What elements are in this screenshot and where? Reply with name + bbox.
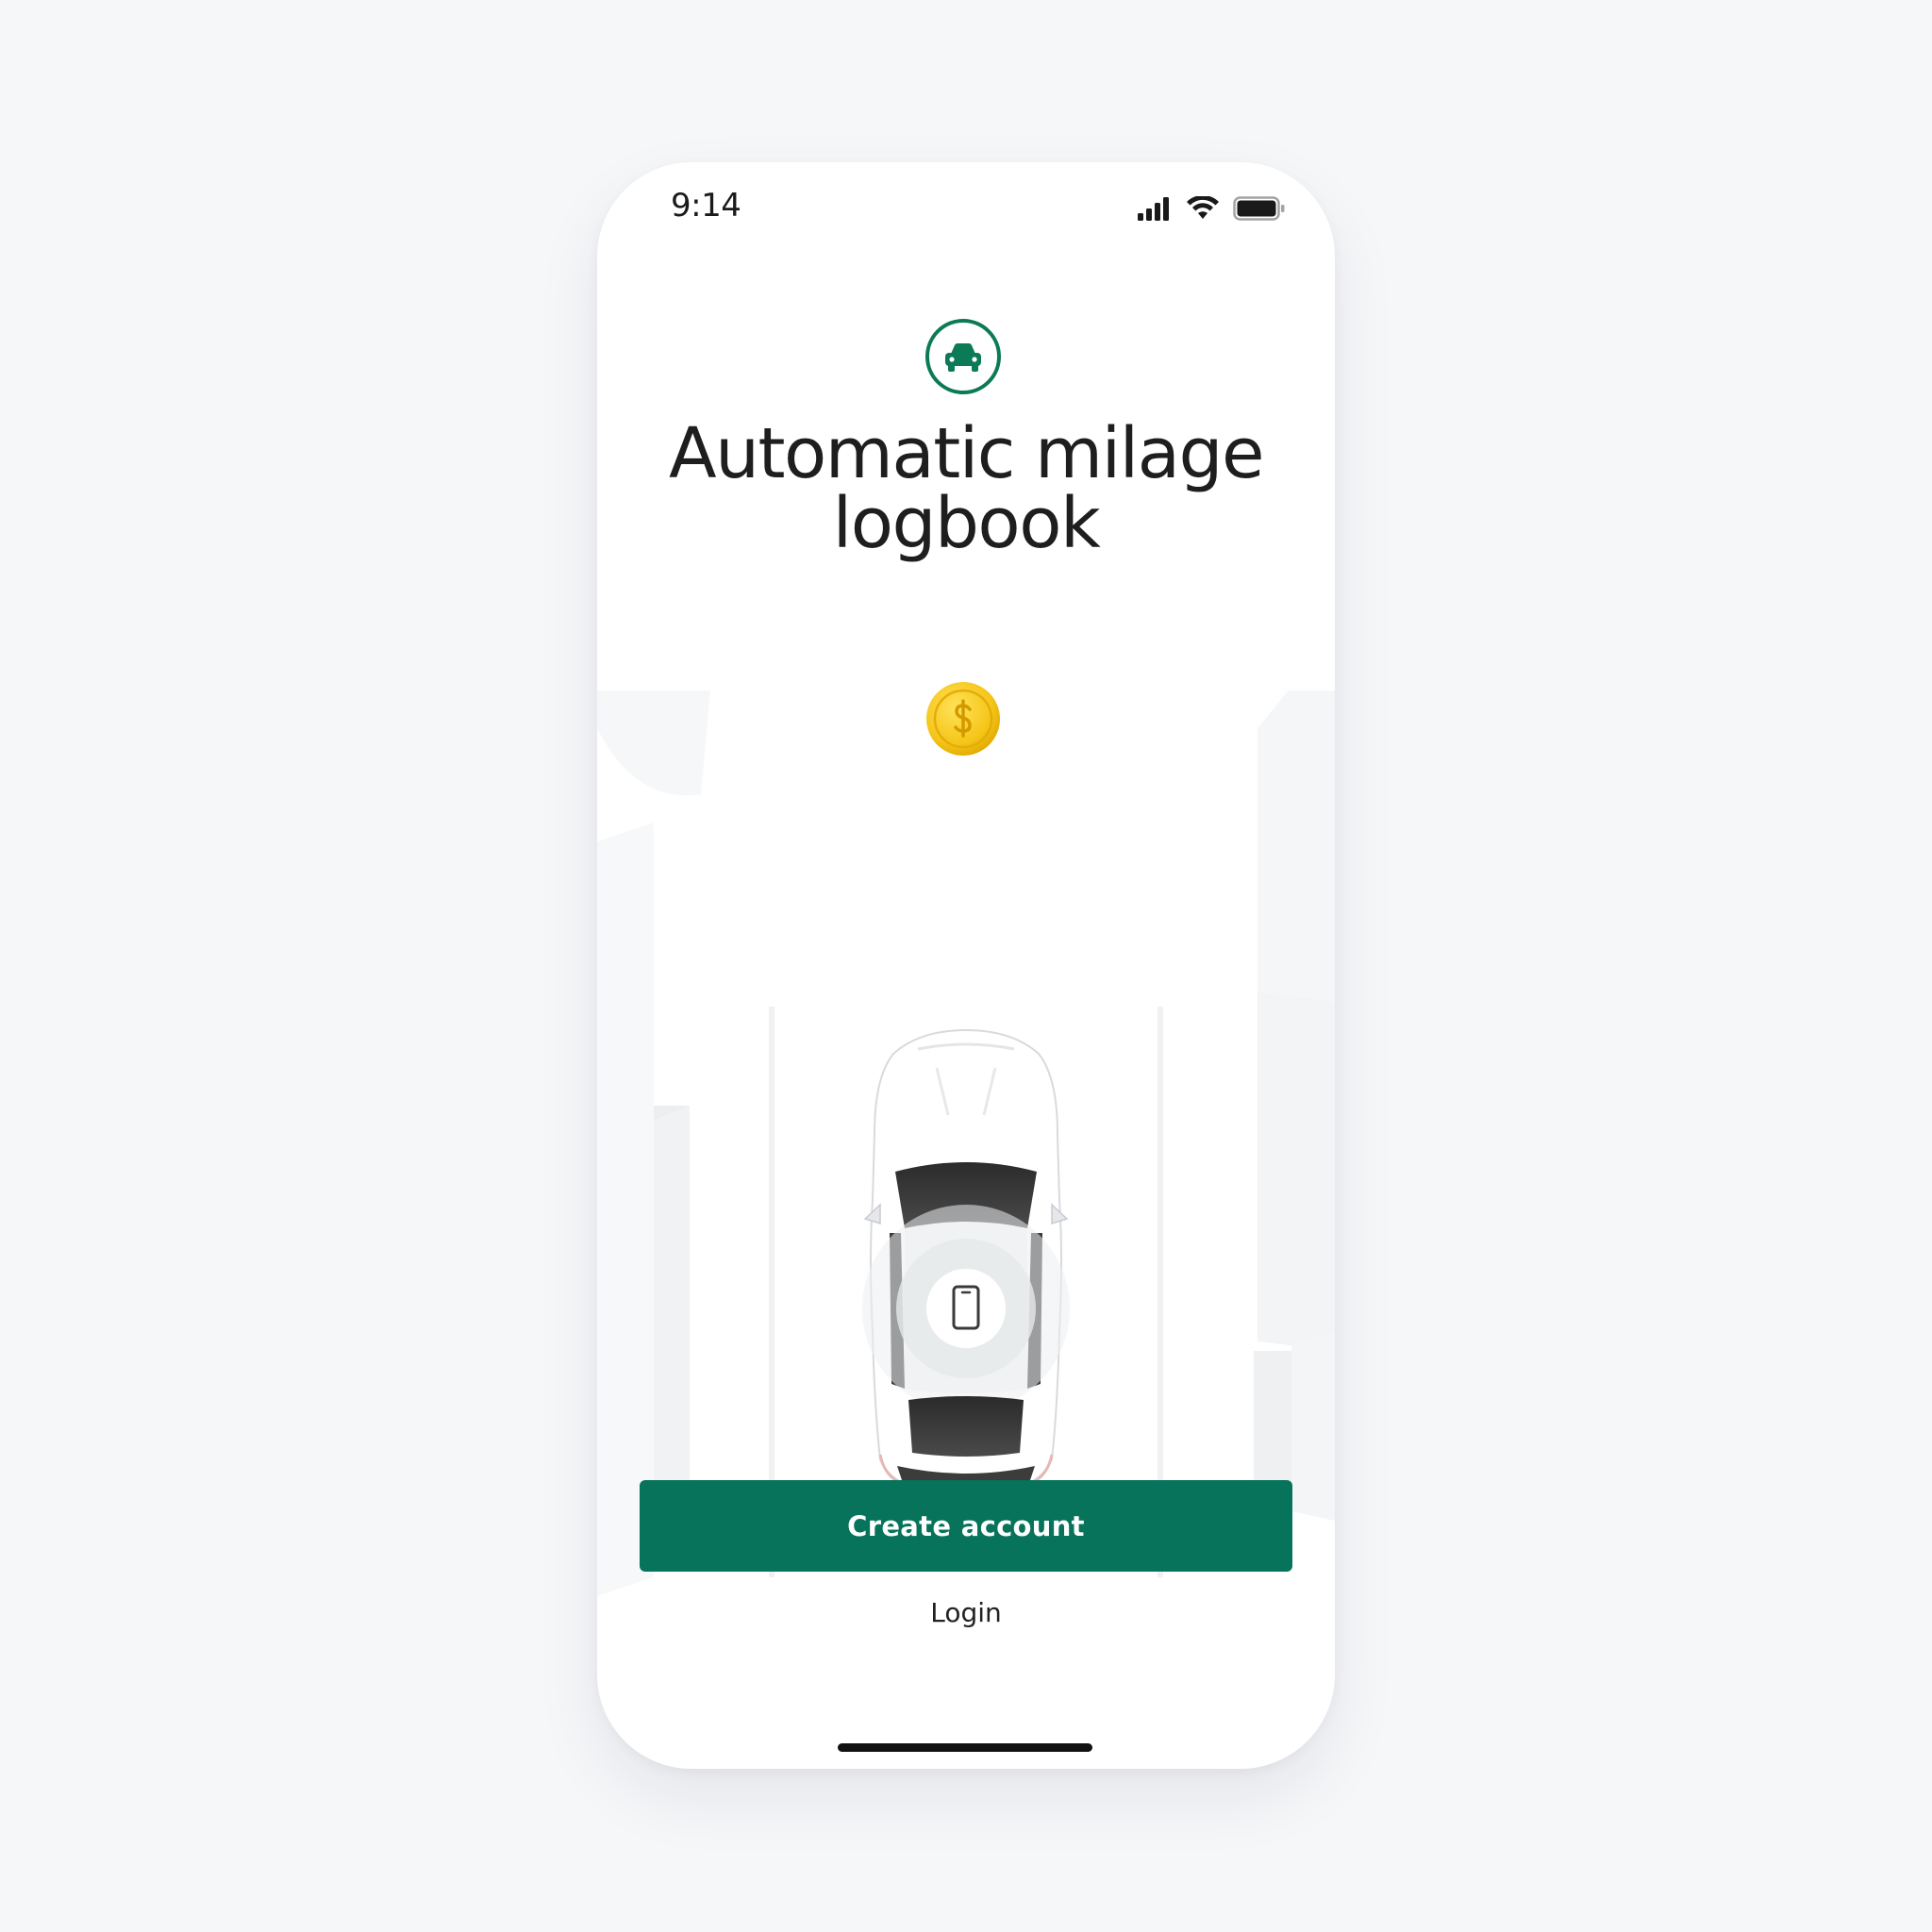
car-top-view	[597, 691, 1335, 1596]
cellular-signal-icon	[1138, 197, 1169, 221]
status-time: 9:14	[671, 187, 741, 225]
canvas-background: 9:14 Automatic milage logbook Create acc…	[0, 0, 1932, 1932]
battery-icon	[1233, 196, 1285, 221]
wifi-icon	[1187, 196, 1219, 219]
phone-screen: 9:14 Automatic milage logbook Create acc…	[597, 162, 1335, 1769]
login-link[interactable]: Login	[872, 1571, 1060, 1656]
title-line-2: logbook	[832, 483, 1101, 564]
create-account-button[interactable]: Create account	[640, 1480, 1292, 1572]
title-line-1: Automatic milage	[668, 413, 1265, 494]
page-title: Automatic milage logbook	[597, 419, 1335, 558]
status-icons	[1137, 196, 1286, 221]
car-icon	[945, 343, 981, 372]
brand-logo	[925, 319, 1001, 394]
home-indicator	[838, 1743, 1092, 1752]
